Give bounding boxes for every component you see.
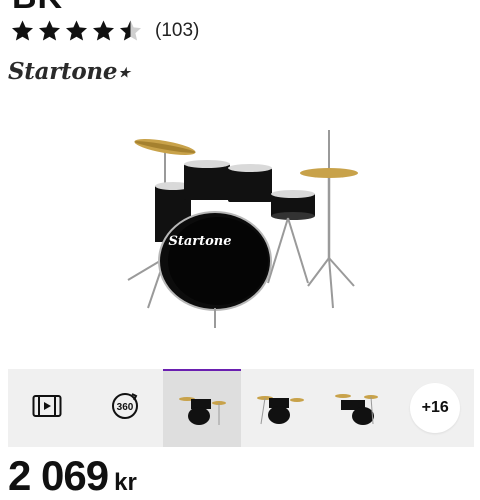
price-amount: 2 069 bbox=[8, 452, 109, 499]
brand-star-mark: ★ bbox=[118, 66, 130, 81]
star-full-icon bbox=[91, 19, 116, 43]
price: 2 069 kr bbox=[8, 452, 137, 500]
star-full-icon bbox=[37, 19, 62, 43]
product-hero-image[interactable]: Startone bbox=[118, 108, 362, 356]
rotate-360-label: 360 bbox=[116, 402, 133, 413]
thumbnail-strip: 360 +16 bbox=[8, 369, 474, 447]
thumbnail-more[interactable]: +16 bbox=[396, 369, 474, 447]
bass-drum-logo: Startone bbox=[168, 234, 231, 249]
star-full-icon bbox=[64, 19, 89, 43]
star-full-icon bbox=[10, 19, 35, 43]
rating-row[interactable]: (103) bbox=[10, 18, 199, 44]
thumbnail-image-1[interactable] bbox=[163, 369, 242, 447]
price-currency: kr bbox=[114, 469, 137, 496]
brand-logo[interactable]: Startone★ bbox=[8, 58, 130, 85]
product-title: BK bbox=[12, 0, 63, 17]
video-icon bbox=[32, 394, 62, 423]
rotate-360-icon: 360 bbox=[110, 391, 140, 426]
thumbnail-image-3[interactable] bbox=[319, 369, 397, 447]
review-count[interactable]: (103) bbox=[155, 20, 199, 42]
thumbnail-video[interactable] bbox=[8, 369, 86, 447]
brand-name: Startone bbox=[8, 58, 118, 85]
more-images-button[interactable]: +16 bbox=[410, 383, 461, 433]
rating-stars bbox=[10, 19, 143, 43]
thumbnail-image-2[interactable] bbox=[241, 369, 319, 447]
thumbnail-360[interactable]: 360 bbox=[86, 369, 164, 447]
star-half-icon bbox=[118, 19, 143, 43]
